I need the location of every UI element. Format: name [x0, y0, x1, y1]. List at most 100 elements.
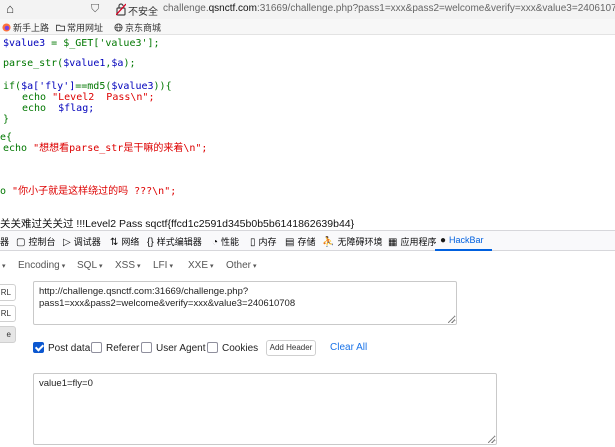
bookmark-jd[interactable]: 京东商城 — [114, 21, 161, 34]
globe-icon — [114, 23, 123, 32]
tab-label: 性能 — [221, 237, 240, 247]
tab-label: 存储 — [297, 237, 316, 247]
url-domain: qsnctf.com — [208, 3, 257, 14]
tab-accessibility[interactable]: ⛹ 无障碍环境 — [322, 235, 382, 248]
insecure-lock-icon[interactable] — [116, 2, 126, 16]
code-token: $flag; — [58, 103, 95, 114]
bookmarks-bar: 新手上路 常用网址 京东商城 — [0, 19, 615, 35]
tab-memory[interactable]: ▯ 内存 — [250, 235, 277, 248]
code-token: "你小子就是这样绕过的吗 ???\n"; — [12, 186, 177, 197]
code-token: echo — [3, 143, 34, 154]
tab-label: 无障碍环境 — [337, 237, 383, 247]
menu-label: XXE — [188, 260, 209, 271]
user-agent-checkbox[interactable]: User Agent — [141, 342, 205, 354]
clear-all-link[interactable]: Clear All — [330, 342, 367, 353]
menu-label: Encoding — [18, 260, 60, 271]
code-token: $value3 — [111, 81, 154, 92]
menu-xxe[interactable]: XXE ▾ — [188, 260, 214, 271]
folder-icon — [56, 24, 65, 32]
tab-performance[interactable]: ◔ 性能 — [212, 235, 239, 248]
tab-debugger[interactable]: ▷ 调试器 — [63, 235, 101, 248]
tab-label: 内存 — [258, 237, 277, 247]
bookmark-label: 新手上路 — [13, 23, 50, 33]
address-bar-url[interactable]: challenge.qsnctf.com:31669/challenge.php… — [163, 3, 615, 14]
post-data-checkbox[interactable]: Post data — [33, 342, 90, 354]
checkbox-icon — [141, 342, 152, 353]
checkbox-checked-icon — [33, 342, 44, 353]
code-token: ==md5( — [75, 81, 112, 92]
tab-hackbar[interactable]: ● HackBar — [440, 235, 484, 246]
chevron-down-icon: ▾ — [137, 263, 141, 270]
split-url-button[interactable]: RL — [0, 305, 16, 322]
load-url-button[interactable]: RL — [0, 284, 16, 301]
tab-console[interactable]: ▢ 控制台 — [16, 235, 55, 248]
tracking-protection-icon[interactable]: ⛉ — [91, 1, 105, 17]
code-line: echo $flag; — [22, 103, 94, 115]
option-label: User Agent — [156, 343, 206, 354]
memory-icon: ▯ — [250, 237, 256, 248]
checkbox-icon — [91, 342, 102, 353]
debugger-icon: ▷ — [63, 237, 71, 248]
code-line: $value3 = $_GET['value3']; — [3, 38, 160, 50]
menu-encoding[interactable]: Encoding ▾ — [18, 260, 65, 271]
code-line: echo "想想看parse_str是干嘛的来着\n"; — [3, 143, 207, 155]
tab-inspector[interactable]: 器 — [0, 235, 9, 248]
tab-label: 控制台 — [28, 237, 56, 247]
code-token: o — [0, 186, 13, 197]
storage-icon: ▤ — [285, 237, 295, 248]
code-token: echo — [22, 92, 53, 103]
add-header-button[interactable]: Add Header — [266, 340, 316, 356]
resize-grip-icon[interactable] — [488, 436, 495, 443]
code-token: $_GET['value3']; — [63, 38, 160, 49]
code-line: parse_str($value1,$a); — [3, 58, 136, 70]
tab-label: 器 — [0, 237, 10, 247]
code-line: o "你小子就是这样绕过的吗 ???\n"; — [0, 186, 176, 198]
code-token: $value3 — [3, 38, 46, 49]
home-icon[interactable]: ⌂ — [2, 1, 18, 17]
bookmark-label: 京东商城 — [125, 23, 162, 33]
style-editor-icon: {} — [147, 237, 154, 248]
tab-label: 应用程序 — [400, 237, 437, 247]
chevron-down-icon: ▾ — [99, 263, 103, 270]
menu-other[interactable]: Other ▾ — [226, 260, 257, 271]
bookmark-new-user[interactable]: 新手上路 — [2, 21, 49, 34]
php-source-code: $value3 = $_GET['value3']; parse_str($va… — [0, 35, 615, 207]
chevron-down-icon: ▾ — [253, 263, 257, 270]
insecure-label[interactable]: 不安全 — [128, 3, 158, 18]
execute-button[interactable]: e — [0, 326, 16, 343]
menu-label: LFI — [153, 260, 168, 271]
menu-sql[interactable]: SQL ▾ — [77, 260, 103, 271]
performance-icon: ◔ — [212, 237, 219, 248]
option-label: Referer — [106, 343, 140, 354]
network-icon: ⇅ — [110, 237, 119, 248]
tab-application[interactable]: ▦ 应用程序 — [388, 235, 436, 248]
firefox-icon — [2, 23, 11, 32]
url-prefix: challenge. — [163, 3, 209, 14]
hackbar-icon: ● — [440, 235, 447, 246]
active-tab-indicator — [435, 249, 492, 251]
code-token: = — [45, 38, 64, 49]
code-line: } — [3, 114, 10, 125]
chevron-down-icon: ▾ — [61, 263, 66, 270]
tab-style-editor[interactable]: {} 样式编辑器 — [147, 235, 202, 248]
option-label: Post data — [48, 343, 91, 354]
bookmark-common-sites[interactable]: 常用网址 — [56, 21, 103, 34]
accessibility-icon: ⛹ — [322, 237, 335, 248]
menu-overflow-caret[interactable]: ▾ — [0, 260, 6, 271]
code-token: )){ — [153, 81, 172, 92]
post-data-textarea[interactable]: value1=fly=0 — [33, 373, 497, 445]
browser-toolbar: ⌂ ⛉ 不安全 challenge.qsnctf.com:31669/chall… — [0, 0, 615, 19]
menu-lfi[interactable]: LFI ▾ — [153, 260, 173, 271]
referer-checkbox[interactable]: Referer — [91, 342, 139, 354]
tab-label: 调试器 — [73, 237, 101, 247]
menu-xss[interactable]: XSS ▾ — [115, 260, 141, 271]
url-textarea[interactable]: http://challenge.qsnctf.com:31669/challe… — [33, 281, 457, 325]
cookies-checkbox[interactable]: Cookies — [207, 342, 258, 354]
code-token: "想想看parse_str是干嘛的来着\n"; — [33, 143, 208, 154]
tab-network[interactable]: ⇅ 网络 — [110, 235, 139, 248]
resize-grip-icon[interactable] — [448, 316, 455, 323]
code-token: echo — [22, 103, 59, 114]
console-icon: ▢ — [16, 237, 26, 248]
tab-storage[interactable]: ▤ 存储 — [285, 235, 315, 248]
option-label: Cookies — [222, 343, 259, 354]
